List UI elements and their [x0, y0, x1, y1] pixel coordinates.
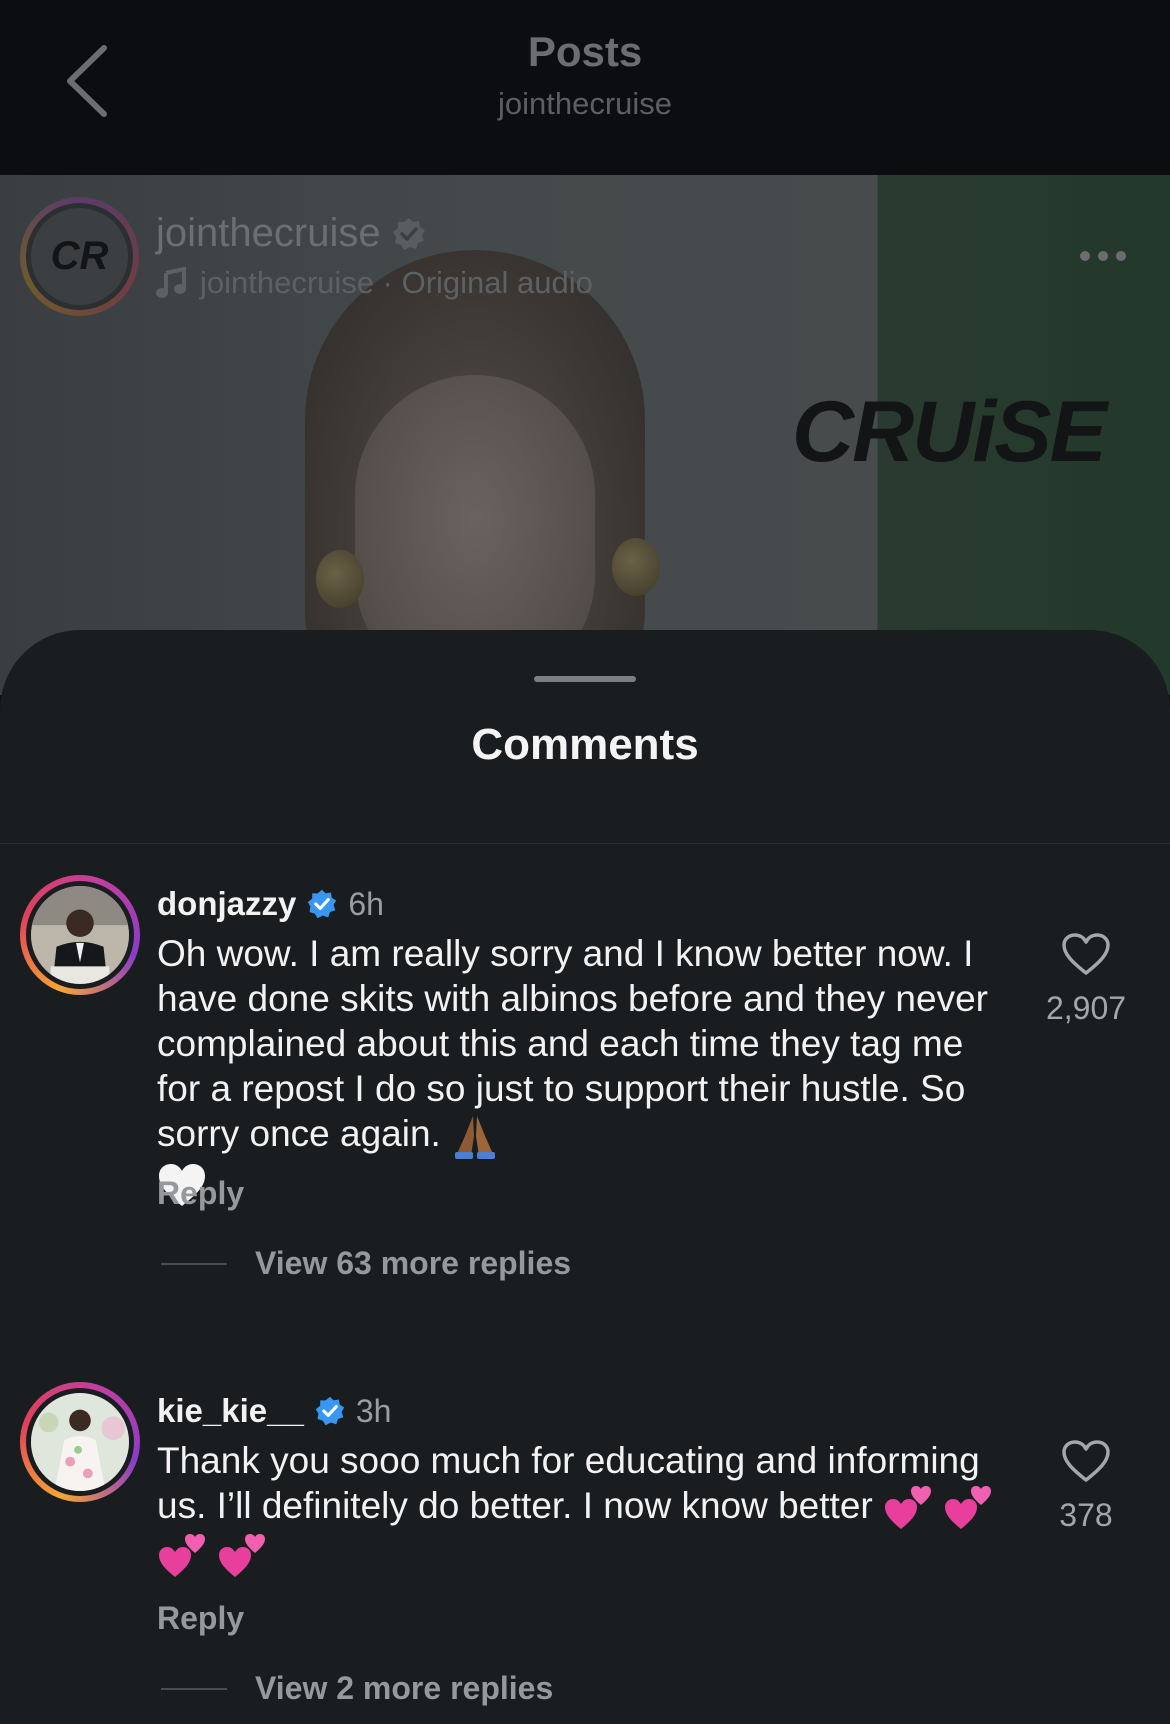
- commenter-avatar[interactable]: [20, 875, 140, 995]
- comment-body: Thank you sooo much for educating and in…: [157, 1438, 1007, 1578]
- reply-button[interactable]: Reply: [157, 1600, 244, 1637]
- two-hearts-icon: [159, 1534, 205, 1578]
- like-heart-icon[interactable]: [1061, 932, 1111, 976]
- view-more-replies-label: View 63 more replies: [255, 1245, 572, 1281]
- brand-logo: CRUiSE: [792, 384, 1107, 480]
- replies-line: [161, 1687, 227, 1690]
- music-note-icon: [156, 267, 186, 298]
- page-subtitle: jointhecruise: [497, 86, 673, 121]
- avatar-photo-suit-man: [31, 886, 129, 984]
- post-media: CRUiSE CR jointhecruise jointhecruise · …: [0, 175, 1170, 695]
- top-nav-bar: Posts jointhecruise: [0, 0, 1170, 175]
- avatar-photo-woman-dress: [31, 1393, 129, 1491]
- page-title: Posts: [527, 28, 643, 75]
- reply-button[interactable]: Reply: [157, 1175, 244, 1212]
- view-more-replies-label: View 2 more replies: [255, 1670, 554, 1706]
- comment-header: kie_kie__ 3h: [157, 1392, 391, 1430]
- like-heart-icon[interactable]: [1061, 1439, 1111, 1483]
- verified-badge-icon: [392, 217, 425, 250]
- post-author-username: jointhecruise: [156, 211, 381, 255]
- view-more-replies[interactable]: View 63 more replies: [161, 1245, 571, 1282]
- comment-time: 3h: [355, 1392, 392, 1429]
- like-count: 378: [1059, 1497, 1113, 1533]
- verified-badge-icon: [308, 889, 337, 919]
- earring-left: [316, 550, 364, 608]
- avatar: [26, 881, 134, 989]
- divider: [0, 843, 1170, 844]
- comment-text: Thank you sooo much for educating and in…: [157, 1440, 980, 1526]
- comment-username[interactable]: kie_kie__: [157, 1392, 304, 1430]
- comment-body: Oh wow. I am really sorry and I know bet…: [157, 931, 1007, 1207]
- post-author[interactable]: jointhecruise: [156, 211, 427, 256]
- post-avatar-logo: CR: [26, 203, 133, 310]
- folded-hands-icon: [455, 1116, 496, 1160]
- avatar: [26, 1388, 134, 1496]
- replies-line: [161, 1262, 227, 1265]
- post-author-avatar[interactable]: CR: [20, 197, 139, 316]
- sheet-drag-handle[interactable]: [534, 676, 636, 682]
- view-more-replies[interactable]: View 2 more replies: [161, 1670, 553, 1707]
- commenter-avatar[interactable]: [20, 1382, 140, 1502]
- post-audio-info[interactable]: jointhecruise · Original audio: [156, 265, 593, 301]
- earring-right: [612, 538, 660, 596]
- two-hearts-icon: [885, 1486, 931, 1530]
- like-count: 2,907: [1045, 990, 1127, 1026]
- comments-sheet: Comments donjazzy 6h Oh wow. I am really…: [0, 630, 1170, 1724]
- two-hearts-icon: [219, 1534, 266, 1578]
- comment-text: Oh wow. I am really sorry and I know bet…: [157, 933, 988, 1154]
- two-hearts-icon: [945, 1486, 992, 1530]
- verified-badge-icon: [315, 1396, 345, 1426]
- comment-username[interactable]: donjazzy: [157, 885, 296, 923]
- post-audio-label: jointhecruise · Original audio: [200, 265, 593, 300]
- comment-header: donjazzy 6h: [157, 885, 384, 923]
- comment-time: 6h: [348, 885, 384, 922]
- comments-title: Comments: [471, 720, 699, 769]
- more-options-icon[interactable]: [1078, 249, 1128, 263]
